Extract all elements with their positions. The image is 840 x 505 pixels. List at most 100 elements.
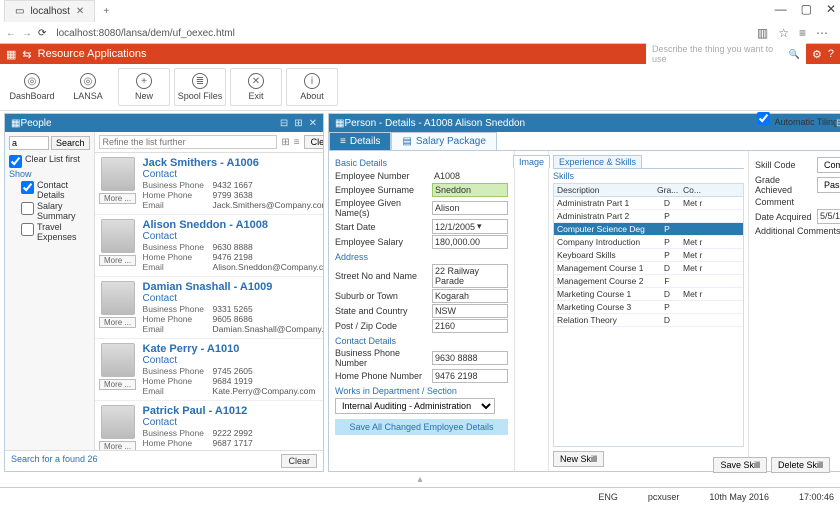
business-phone-field[interactable]: 9630 8888 xyxy=(432,351,508,365)
person-card[interactable]: More ...Patrick Paul - A1012ContactBusin… xyxy=(95,401,323,450)
skill-row[interactable]: Management Course 2F xyxy=(554,275,743,288)
more-button[interactable]: More ... xyxy=(99,255,136,266)
travel-expenses-checkbox[interactable] xyxy=(21,223,34,236)
people-search-input[interactable] xyxy=(9,136,49,150)
skill-code-select[interactable]: Computer xyxy=(817,157,840,173)
person-name[interactable]: Jack Smithers - A1006 xyxy=(143,157,323,169)
close-tab-icon[interactable]: ✕ xyxy=(76,6,84,17)
toolbar-dashboard[interactable]: ◎DashBoard xyxy=(6,68,58,106)
home-phone-field[interactable]: 9476 2198 xyxy=(432,369,508,383)
contact-details-checkbox[interactable] xyxy=(21,181,34,194)
delete-skill-button[interactable]: Delete Skill xyxy=(771,457,830,473)
minimize-panel-icon[interactable]: ⊟ xyxy=(280,118,288,129)
more-button[interactable]: More ... xyxy=(99,379,136,390)
clear-button[interactable]: Clear xyxy=(281,454,317,468)
new-tab-button[interactable]: + xyxy=(95,4,117,19)
image-tab[interactable]: Image xyxy=(513,155,550,168)
back-icon[interactable]: ← xyxy=(6,28,16,39)
menu-icon[interactable]: ≡ xyxy=(799,26,806,40)
grade-select[interactable]: Pass xyxy=(817,177,840,193)
collapse-icon[interactable]: ▴ xyxy=(0,474,840,485)
global-search[interactable]: Describe the thing you want to use 🔍 xyxy=(646,42,806,66)
toolbar-lansa[interactable]: ◎LANSA xyxy=(62,68,114,106)
nav-toggle-icon[interactable]: ⇆ xyxy=(22,48,31,61)
skill-row[interactable]: Company IntroductionPMet r xyxy=(554,236,743,249)
maximize-panel-icon[interactable]: ⊞ xyxy=(294,118,302,129)
postcode-field[interactable]: 2160 xyxy=(432,319,508,333)
start-date-field[interactable]: 12/1/2005▾ xyxy=(432,219,508,234)
search-icon[interactable]: 🔍 xyxy=(789,49,800,60)
contact-link[interactable]: Contact xyxy=(143,355,323,366)
reader-icon[interactable]: ▥ xyxy=(757,26,768,40)
skill-row[interactable]: Computer Science DegP xyxy=(554,223,743,236)
people-list[interactable]: More ...Jack Smithers - A1006ContactBusi… xyxy=(95,153,323,450)
panel-icon: ▦ xyxy=(335,118,344,129)
more-icon[interactable]: ⋯ xyxy=(816,26,828,40)
skill-row[interactable]: Relation TheoryD xyxy=(554,314,743,327)
experience-skills-tab[interactable]: Experience & Skills xyxy=(553,155,642,168)
automatic-tiling[interactable]: Automatic Tiling xyxy=(757,112,838,127)
person-name[interactable]: Damian Snashall - A1009 xyxy=(143,281,323,293)
people-search-button[interactable]: Search xyxy=(51,136,90,150)
gear-icon[interactable]: ⚙ xyxy=(812,48,822,61)
minimize-icon[interactable]: — xyxy=(775,2,787,16)
automatic-tiling-checkbox[interactable] xyxy=(757,112,770,125)
minimize-panel-icon[interactable]: ⊟ xyxy=(836,118,840,129)
star-icon[interactable]: ☆ xyxy=(778,26,789,40)
toolbar-exit[interactable]: ✕Exit xyxy=(230,68,282,106)
person-card[interactable]: More ...Jack Smithers - A1006ContactBusi… xyxy=(95,153,323,215)
skill-row[interactable]: Administratn Part 2P xyxy=(554,210,743,223)
save-skill-button[interactable]: Save Skill xyxy=(713,457,767,473)
refine-input[interactable] xyxy=(99,135,278,149)
calendar-icon[interactable]: ▾ xyxy=(477,221,482,232)
list-view-icon[interactable]: ≡ xyxy=(294,137,300,148)
tab-salary-package[interactable]: ▤Salary Package xyxy=(391,132,497,150)
more-button[interactable]: More ... xyxy=(99,317,136,328)
skill-row[interactable]: Marketing Course 3P xyxy=(554,301,743,314)
person-name[interactable]: Kate Perry - A1010 xyxy=(143,343,323,355)
surname-field[interactable]: Sneddon xyxy=(432,183,508,197)
salary-field[interactable]: 180,000.00 xyxy=(432,235,508,249)
forward-icon[interactable]: → xyxy=(22,28,32,39)
browser-tab[interactable]: ▭ localhost ✕ xyxy=(4,0,95,22)
person-name[interactable]: Alison Sneddon - A1008 xyxy=(143,219,323,231)
contact-link[interactable]: Contact xyxy=(143,417,323,428)
app-menu-icon[interactable]: ▦ xyxy=(6,48,16,61)
close-panel-icon[interactable]: ✕ xyxy=(309,118,317,129)
clear-list-button[interactable]: Clear List xyxy=(304,135,323,149)
given-name-field[interactable]: Alison xyxy=(432,201,508,215)
contact-link[interactable]: Contact xyxy=(143,293,323,304)
clear-first-checkbox[interactable] xyxy=(9,155,22,168)
save-employee-button[interactable]: Save All Changed Employee Details xyxy=(335,419,508,435)
more-button[interactable]: More ... xyxy=(99,193,136,204)
skill-row[interactable]: Management Course 1DMet r xyxy=(554,262,743,275)
more-button[interactable]: More ... xyxy=(99,441,136,450)
person-card[interactable]: More ...Alison Sneddon - A1008ContactBus… xyxy=(95,215,323,277)
suburb-field[interactable]: Kogarah xyxy=(432,289,508,303)
grid-view-icon[interactable]: ⊞ xyxy=(281,137,289,148)
new-skill-button[interactable]: New Skill xyxy=(553,451,604,467)
url-field[interactable]: localhost:8080/lansa/dem/uf_oexec.html xyxy=(52,26,750,41)
toolbar-spool-files[interactable]: ≣Spool Files xyxy=(174,68,226,106)
skill-row[interactable]: Marketing Course 1DMet r xyxy=(554,288,743,301)
contact-link[interactable]: Contact xyxy=(143,231,323,242)
close-window-icon[interactable]: ✕ xyxy=(826,2,836,16)
refresh-icon[interactable]: ⟳ xyxy=(38,28,46,39)
skill-row[interactable]: Administratn Part 1DMet r xyxy=(554,197,743,210)
person-card[interactable]: More ...Damian Snashall - A1009ContactBu… xyxy=(95,277,323,339)
skill-row[interactable]: Keyboard SkillsPMet r xyxy=(554,249,743,262)
skills-table[interactable]: Description Gra... Co... Administratn Pa… xyxy=(553,183,744,447)
person-name[interactable]: Patrick Paul - A1012 xyxy=(143,405,323,417)
help-icon[interactable]: ? xyxy=(828,48,834,60)
toolbar-about[interactable]: iAbout xyxy=(286,68,338,106)
tab-details[interactable]: ≡Details xyxy=(329,132,391,150)
person-card[interactable]: More ...Kate Perry - A1010ContactBusines… xyxy=(95,339,323,401)
state-field[interactable]: NSW xyxy=(432,304,508,318)
toolbar-new[interactable]: +New xyxy=(118,68,170,106)
salary-summary-checkbox[interactable] xyxy=(21,202,34,215)
street-field[interactable]: 22 Railway Parade xyxy=(432,264,508,288)
date-acquired-field[interactable]: 5/5/1998 ▾ xyxy=(817,209,840,224)
department-select[interactable]: Internal Auditing - Administration xyxy=(335,398,495,414)
maximize-icon[interactable]: ▢ xyxy=(801,2,812,16)
contact-link[interactable]: Contact xyxy=(143,169,323,180)
